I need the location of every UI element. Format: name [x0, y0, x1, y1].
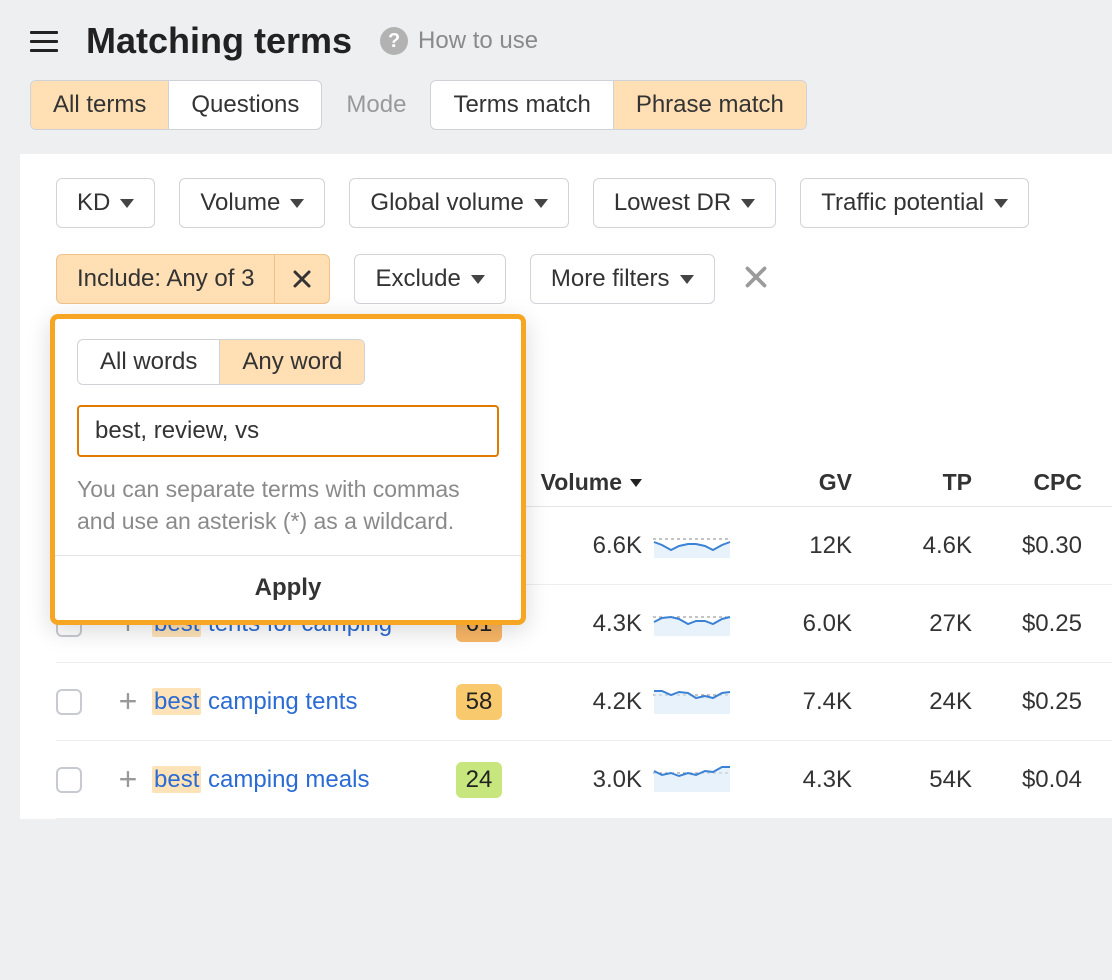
keyword-link[interactable]: best camping tents [152, 688, 422, 716]
col-gv[interactable]: GV [742, 469, 852, 496]
help-label: How to use [418, 27, 538, 55]
segment-all-terms[interactable]: All terms [31, 81, 168, 129]
segment-terms-match[interactable]: Terms match [431, 81, 612, 129]
row-checkbox[interactable] [56, 689, 82, 715]
cell-cpc: $0.30 [972, 532, 1082, 560]
filter-global-volume[interactable]: Global volume [349, 178, 568, 228]
include-hint: You can separate terms with commas and u… [77, 473, 499, 537]
cell-volume: 4.2K [502, 688, 642, 716]
cell-gv: 12K [742, 532, 852, 560]
cell-tp: 27K [852, 610, 972, 638]
segment-any-word[interactable]: Any word [219, 340, 364, 384]
cell-tp: 4.6K [852, 532, 972, 560]
col-cps[interactable]: CPS [1082, 469, 1112, 496]
filter-lowest-dr[interactable]: Lowest DR [593, 178, 776, 228]
header: Matching terms ? How to use [0, 0, 1112, 80]
include-popover: All words Any word You can separate term… [50, 314, 526, 625]
include-remove-button[interactable] [274, 255, 329, 303]
chevron-down-icon [741, 199, 755, 208]
cell-cps: 1.26 [1082, 688, 1112, 716]
cell-tp: 24K [852, 688, 972, 716]
segment-questions[interactable]: Questions [168, 81, 321, 129]
close-icon [293, 270, 311, 288]
expand-row-button[interactable]: + [104, 683, 152, 720]
chevron-down-icon [471, 275, 485, 284]
chevron-down-icon [994, 199, 1008, 208]
hamburger-menu-icon[interactable] [30, 31, 58, 52]
cell-cpc: $0.04 [972, 766, 1082, 794]
cell-cpc: $0.25 [972, 610, 1082, 638]
chevron-down-icon [120, 199, 134, 208]
segment-phrase-match[interactable]: Phrase match [613, 81, 806, 129]
kd-pill: 24 [456, 762, 502, 798]
filter-more[interactable]: More filters [530, 254, 715, 304]
mode-segment: Terms match Phrase match [430, 80, 806, 130]
terms-questions-segment: All terms Questions [30, 80, 322, 130]
filter-traffic-potential[interactable]: Traffic potential [800, 178, 1029, 228]
sparkline-icon [653, 603, 731, 637]
sparkline-icon [653, 681, 731, 715]
help-icon: ? [380, 27, 408, 55]
cell-cpc: $0.25 [972, 688, 1082, 716]
filter-row-1: KD Volume Global volume Lowest DR Traffi… [56, 178, 1112, 228]
kd-pill: 58 [456, 684, 502, 720]
segment-all-words[interactable]: All words [78, 340, 219, 384]
sparkline-icon [653, 759, 731, 793]
cell-cps: 1.45 [1082, 532, 1112, 560]
chevron-down-icon [680, 275, 694, 284]
include-terms-input[interactable] [77, 405, 499, 457]
cell-cps: 1.45 [1082, 766, 1112, 794]
main-panel: KD Volume Global volume Lowest DR Traffi… [20, 154, 1112, 819]
filter-row-2: Include: Any of 3 Exclude More filters A… [56, 254, 1112, 304]
chevron-down-icon [290, 199, 304, 208]
sort-desc-icon [630, 479, 642, 487]
apply-button[interactable]: Apply [55, 555, 521, 620]
keyword-link[interactable]: best camping meals [152, 766, 422, 794]
close-icon [745, 266, 767, 288]
segmented-row: All terms Questions Mode Terms match Phr… [0, 80, 1112, 154]
row-checkbox[interactable] [56, 767, 82, 793]
match-mode-segment: All words Any word [77, 339, 365, 385]
filter-exclude[interactable]: Exclude [354, 254, 505, 304]
chevron-down-icon [534, 199, 548, 208]
cell-volume: 3.0K [502, 766, 642, 794]
table-row: + best camping meals 24 3.0K 4.3K 54K $0… [56, 741, 1112, 819]
sparkline-icon [653, 525, 731, 559]
filter-volume[interactable]: Volume [179, 178, 325, 228]
table-row: + best camping tents 58 4.2K 7.4K 24K $0… [56, 663, 1112, 741]
include-label[interactable]: Include: Any of 3 [57, 255, 274, 303]
filter-kd[interactable]: KD [56, 178, 155, 228]
filter-include-active: Include: Any of 3 [56, 254, 330, 304]
cell-tp: 54K [852, 766, 972, 794]
cell-cps: 1.19 [1082, 610, 1112, 638]
expand-row-button[interactable]: + [104, 761, 152, 798]
col-tp[interactable]: TP [852, 469, 972, 496]
mode-label: Mode [346, 91, 406, 119]
cell-gv: 7.4K [742, 688, 852, 716]
clear-filters-button[interactable] [739, 262, 773, 296]
cell-gv: 4.3K [742, 766, 852, 794]
col-cpc[interactable]: CPC [972, 469, 1082, 496]
help-link[interactable]: ? How to use [380, 27, 538, 55]
page-title: Matching terms [86, 20, 352, 62]
cell-gv: 6.0K [742, 610, 852, 638]
